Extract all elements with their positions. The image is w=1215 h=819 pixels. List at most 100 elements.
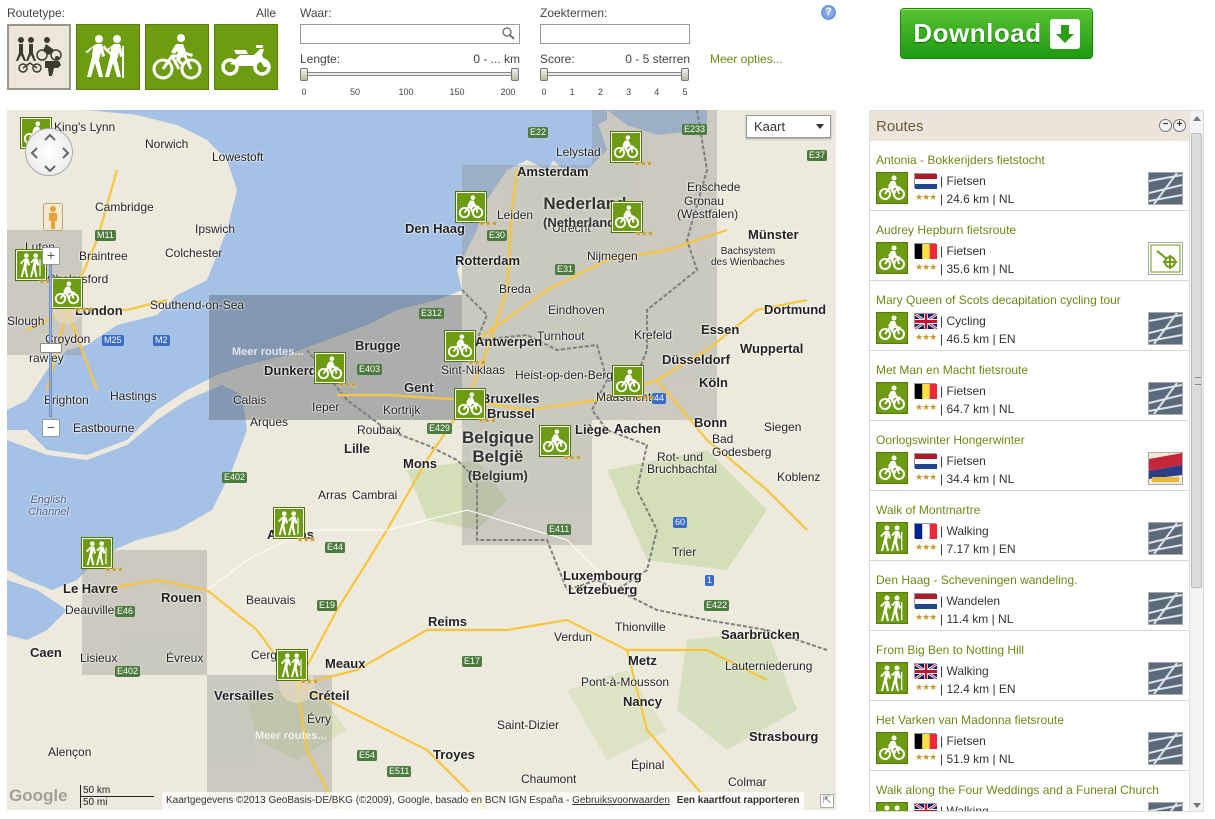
length-slider-min-handle[interactable] [300,68,308,81]
length-slider-track[interactable] [303,72,515,76]
minus-icon[interactable]: − [1159,119,1172,132]
route-list-item[interactable]: Antonia - Bokkerijders fietstocht | Fiets… [870,141,1190,211]
route-name-link[interactable]: Den Haag - Scheveningen wandeling. [876,573,1077,587]
zoom-control[interactable]: + − [40,247,62,437]
city-label: Enschede [687,180,741,194]
street-view-pegman-icon[interactable] [43,203,63,231]
scroll-up-icon[interactable] [1193,116,1201,121]
route-map-thumb[interactable] [1148,662,1183,695]
scroll-down-icon[interactable] [1193,803,1201,808]
city-label: Troyes [433,747,475,762]
city-label: Rotterdam [455,253,521,268]
route-marker-cycling[interactable]: ★★★ [540,426,582,462]
hiker-icon [880,665,903,691]
road-badge: E411 [547,524,572,535]
routetype-cycling-button[interactable] [145,24,209,90]
download-button[interactable]: Download [900,8,1093,59]
routetype-all-button[interactable] [7,24,71,90]
route-name-link[interactable]: Het Varken van Madonna fietsroute [876,713,1064,727]
route-map-thumb[interactable] [1148,592,1183,625]
route-marker-walking[interactable]: ★★★ [82,538,124,574]
route-list-item[interactable]: Het Varken van Madonna fietsroute | Fiets… [870,701,1190,771]
city-label: Wuppertal [740,341,804,356]
route-marker-cycling[interactable]: ★★★ [445,331,487,367]
route-name-link[interactable]: Mary Queen of Scots decapitation cycling… [876,293,1121,307]
city-label: Caen [30,645,62,660]
more-routes-label[interactable]: Meer routes... [232,346,304,358]
terms-link[interactable]: Gebruiksvoorwaarden [572,795,670,806]
search-icon[interactable] [502,27,515,40]
route-list-item[interactable]: Mary Queen of Scots decapitation cycling… [870,281,1190,351]
route-map-thumb[interactable] [1148,382,1183,415]
route-list-item[interactable]: Met Man en Macht fietsroute | Fietsen ★★★ |… [870,351,1190,421]
route-poster-thumb[interactable] [1148,452,1183,485]
plus-icon[interactable]: + [1173,119,1186,132]
route-marker-cycling[interactable]: ★★★ [456,192,498,228]
route-list-item[interactable]: Walk along the Four Weddings and a Funer… [870,771,1190,811]
road-badge: E31 [555,264,576,275]
routetype-walking-button[interactable] [76,24,140,90]
route-map-thumb[interactable] [1148,802,1183,811]
city-label: Saarbrücken [721,627,800,642]
route-marker-cycling[interactable]: ★★★ [455,389,497,425]
route-marker-walking[interactable]: ★★★ [274,508,316,544]
route-map-thumb[interactable] [1148,312,1183,345]
routes-scrollbar[interactable] [1189,111,1203,811]
zoom-in-button[interactable]: + [42,247,60,265]
route-list-item[interactable]: Walk of Montmartre | Walking ★★★ | 7.17 km … [870,491,1190,561]
route-name-link[interactable]: Oorlogswinter Hongerwinter [876,433,1025,447]
city-label: Verdun [554,630,593,644]
rating-stars-icon: ★★★ [915,402,937,412]
route-marker-cycling[interactable]: ★★★ [613,366,655,402]
google-logo[interactable]: Google [9,786,68,806]
route-name-link[interactable]: Met Man en Macht fietsroute [876,363,1028,377]
tick-label: 2 [597,87,603,97]
route-marker-cycling[interactable]: ★★★ [612,202,654,238]
city-label: Beauvais [246,593,296,607]
rating-stars-icon: ★★★ [634,229,653,238]
maptype-select[interactable]: Kaart [746,115,831,138]
city-label: Bad [712,432,734,446]
keywords-input[interactable] [540,24,690,44]
rating-stars-icon: ★★★ [915,612,937,622]
score-slider-track[interactable] [543,72,687,76]
route-list-item[interactable]: Den Haag - Scheveningen wandeling. | Wand… [870,561,1190,631]
report-error-link[interactable]: Een kaartfout rapporteren [677,795,800,806]
route-name-link[interactable]: From Big Ben to Notting Hill [876,643,1024,657]
zoom-out-button[interactable]: − [42,419,60,437]
road-badge: E46 [115,606,136,617]
scroll-thumb[interactable] [1191,133,1202,588]
where-input[interactable] [300,24,520,44]
route-map-thumb[interactable] [1148,732,1183,765]
route-marker-cycling[interactable]: ★★★ [611,132,653,168]
route-name-link[interactable]: Antonia - Bokkerijders fietstocht [876,153,1045,167]
score-slider-max-handle[interactable] [681,68,689,81]
route-logo-thumb[interactable] [1148,242,1183,275]
expand-icon[interactable]: ⇱ [820,794,834,808]
city-label: Roubaix [357,423,402,437]
city-label: Pont-à-Mousson [581,675,670,689]
zoom-rail[interactable] [49,265,52,417]
routetype-motorcycle-button[interactable] [214,24,278,90]
help-icon[interactable]: ? [821,5,836,20]
route-list-item[interactable]: Audrey Hepburn fietsroute | Fietsen ★★★ | 3… [870,211,1190,281]
route-marker-cycling[interactable]: ★★★ [315,353,357,389]
route-name-link[interactable]: Walk along the Four Weddings and a Funer… [876,783,1159,797]
route-list-item[interactable]: Oorlogswinter Hongerwinter | Fietsen ★★★ | … [870,421,1190,491]
score-slider-min-handle[interactable] [540,68,548,81]
route-marker-walking[interactable]: ★★★ [277,650,319,686]
route-name-link[interactable]: Walk of Montmartre [876,503,980,517]
city-label: Eindhoven [548,303,605,317]
route-list-item[interactable]: From Big Ben to Notting Hill | Walking ★★★… [870,631,1190,701]
zoom-knob[interactable] [40,343,62,353]
more-routes-label-paris[interactable]: Meer routes... [255,730,327,742]
pan-control[interactable] [25,128,73,176]
route-map-thumb[interactable] [1148,522,1183,555]
tick-label: 3 [626,87,632,97]
route-map-thumb[interactable] [1148,172,1183,205]
hiker-icon [884,805,900,811]
more-options-link[interactable]: Meer opties... [710,52,783,66]
length-slider-max-handle[interactable] [511,68,519,81]
route-name-link[interactable]: Audrey Hepburn fietsroute [876,223,1016,237]
route-map[interactable]: King's Lynn Norwich Lowestoft Cambridge Ipsw… [7,110,836,810]
